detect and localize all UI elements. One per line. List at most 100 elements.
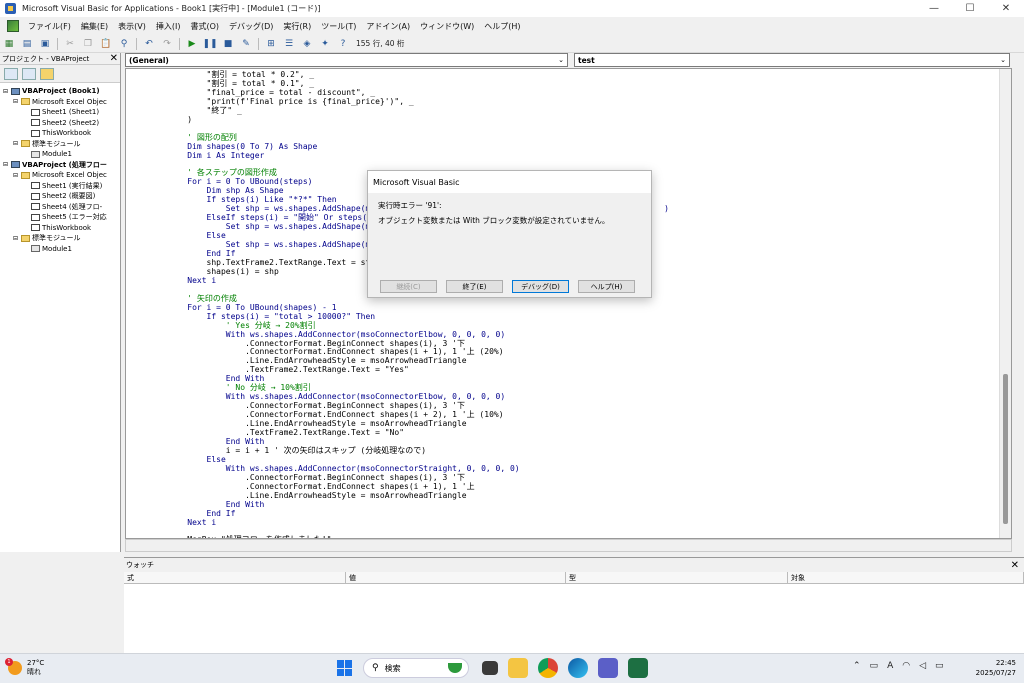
break-icon[interactable]: ❚❚ — [202, 38, 217, 50]
project-tree: ⊟ VBAProject (Book1) ⊟ Microsoft Excel Obje… — [0, 83, 120, 254]
watch-col-expression[interactable]: 式 — [124, 572, 346, 583]
undo-icon[interactable]: ↶ — [142, 38, 156, 50]
tree-node[interactable]: ⊟ Microsoft Excel Objec — [0, 97, 120, 108]
task-view-icon[interactable] — [482, 661, 498, 675]
code-line[interactable]: Next i — [168, 518, 216, 528]
teams-icon[interactable] — [598, 658, 618, 678]
tree-node[interactable]: ThisWorkbook — [0, 128, 120, 139]
menu-run[interactable]: 実行(R) — [278, 21, 316, 32]
continue-button[interactable]: 継続(C) — [380, 280, 437, 293]
watch-col-context[interactable]: 対象 — [788, 572, 1024, 583]
project-close-icon[interactable]: ✕ — [110, 53, 120, 64]
tree-node-label: Sheet1 (実行結果) — [42, 181, 103, 190]
help-button[interactable]: ヘルプ(H) — [578, 280, 635, 293]
code-line[interactable]: Next i — [168, 276, 216, 286]
procedure-combo[interactable]: test ⌄ — [574, 53, 1010, 67]
battery-icon[interactable]: ▭ — [935, 661, 944, 671]
scrollbar-thumb[interactable] — [1003, 374, 1008, 524]
redo-icon[interactable]: ↷ — [160, 38, 174, 50]
menu-addins[interactable]: アドイン(A) — [361, 21, 415, 32]
menu-view[interactable]: 表示(V) — [113, 21, 151, 32]
volume-icon[interactable]: ◁ — [919, 661, 926, 671]
chrome-icon[interactable] — [538, 658, 558, 678]
view-excel-icon[interactable]: ▦ — [2, 38, 16, 50]
code-vertical-scrollbar[interactable] — [999, 69, 1011, 538]
tree-node[interactable]: Sheet1 (実行結果) — [0, 181, 120, 192]
view-code-icon[interactable] — [4, 67, 18, 80]
weather-sun-icon: 1 — [5, 658, 22, 675]
tree-node[interactable]: Sheet2 (概要図) — [0, 191, 120, 202]
menu-format[interactable]: 書式(O) — [185, 21, 224, 32]
project-explorer-icon[interactable]: ⊞ — [264, 38, 278, 50]
code-editor[interactable]: "割引 = total * 0.2", _ "割引 = total * 0.1"… — [125, 68, 1012, 539]
tree-expander-icon[interactable]: ⊟ — [13, 235, 20, 242]
menu-edit[interactable]: 編集(E) — [76, 21, 113, 32]
taskbar-search[interactable]: ⚲ 検索 — [363, 658, 469, 678]
tree-node[interactable]: Sheet1 (Sheet1) — [0, 107, 120, 118]
tree-expander-icon[interactable]: ⊟ — [3, 88, 10, 95]
tree-node[interactable]: Sheet4 (処理フロ- — [0, 202, 120, 213]
maximize-button[interactable]: ☐ — [952, 0, 988, 17]
insert-module-icon[interactable]: ▤ — [20, 38, 34, 50]
excel-icon[interactable] — [7, 20, 19, 32]
code-line[interactable]: ) — [168, 115, 192, 125]
save-icon[interactable]: ▣ — [38, 38, 52, 50]
wifi-icon[interactable]: ◠ — [902, 661, 910, 671]
help-icon[interactable]: ? — [336, 38, 350, 50]
menu-window[interactable]: ウィンドウ(W) — [415, 21, 479, 32]
menu-debug[interactable]: デバッグ(D) — [224, 21, 278, 32]
run-icon[interactable]: ▶ — [185, 38, 199, 50]
menu-insert[interactable]: 挿入(I) — [151, 21, 186, 32]
code-line[interactable]: Dim i As Integer — [168, 151, 264, 161]
view-object-icon[interactable] — [22, 67, 36, 80]
tree-expander-icon[interactable]: ⊟ — [13, 140, 20, 147]
toggle-folders-icon[interactable] — [40, 67, 54, 80]
properties-icon[interactable]: ☰ — [282, 38, 296, 50]
design-mode-icon[interactable]: ✎ — [239, 38, 253, 50]
tree-expander-icon[interactable]: ⊟ — [3, 161, 10, 168]
menu-tools[interactable]: ツール(T) — [316, 21, 361, 32]
tree-node[interactable]: Sheet2 (Sheet2) — [0, 118, 120, 129]
edge-icon[interactable] — [568, 658, 588, 678]
debug-button[interactable]: デバッグ(D) — [512, 280, 569, 293]
toolbox-icon[interactable]: ✦ — [318, 38, 332, 50]
menu-file[interactable]: ファイル(F) — [23, 21, 76, 32]
windows-start-icon[interactable] — [337, 660, 353, 676]
taskbar-clock[interactable]: 22:45 2025/07/27 — [976, 658, 1016, 678]
tree-node[interactable]: ⊟ VBAProject (処理フロー — [0, 160, 120, 171]
tray-app-icon[interactable]: ▭ — [870, 661, 879, 671]
tree-node[interactable]: ThisWorkbook — [0, 223, 120, 234]
tree-node[interactable]: ⊟ 標準モジュール — [0, 233, 120, 244]
tree-node[interactable]: Sheet5 (エラー対応 — [0, 212, 120, 223]
search-icon: ⚲ — [372, 663, 379, 673]
watch-columns: 式 値 型 対象 — [124, 572, 1024, 584]
tree-expander-icon[interactable]: ⊟ — [13, 172, 20, 179]
watch-close-icon[interactable]: ✕ — [1011, 560, 1024, 571]
tree-node[interactable]: Module1 — [0, 149, 120, 160]
tree-expander-icon[interactable]: ⊟ — [13, 98, 20, 105]
end-button[interactable]: 終了(E) — [446, 280, 503, 293]
weather-desc: 晴れ — [27, 668, 41, 676]
object-combo[interactable]: (General) ⌄ — [125, 53, 568, 67]
window-controls: — ☐ ✕ — [916, 0, 1024, 17]
find-icon[interactable]: ⚲ — [117, 38, 131, 50]
file-explorer-icon[interactable] — [508, 658, 528, 678]
object-browser-icon[interactable]: ◈ — [300, 38, 314, 50]
reset-icon[interactable]: ■ — [221, 38, 235, 50]
paste-icon[interactable]: 📋 — [99, 38, 113, 50]
cut-icon[interactable]: ✂ — [63, 38, 77, 50]
tray-chevron-up-icon[interactable]: ⌃ — [853, 661, 861, 671]
tree-node[interactable]: ⊟ Microsoft Excel Objec — [0, 170, 120, 181]
excel-taskbar-icon[interactable] — [628, 658, 648, 678]
watch-col-type[interactable]: 型 — [566, 572, 788, 583]
ime-icon[interactable]: A — [887, 661, 893, 671]
copy-icon[interactable]: ❐ — [81, 38, 95, 50]
tree-node[interactable]: ⊟ 標準モジュール — [0, 139, 120, 150]
close-button[interactable]: ✕ — [988, 0, 1024, 17]
weather-widget[interactable]: 1 27°C 晴れ — [5, 658, 44, 677]
minimize-button[interactable]: — — [916, 0, 952, 17]
tree-node[interactable]: ⊟ VBAProject (Book1) — [0, 86, 120, 97]
watch-col-value[interactable]: 値 — [346, 572, 566, 583]
tree-node[interactable]: Module1 — [0, 244, 120, 255]
menu-help[interactable]: ヘルプ(H) — [479, 21, 525, 32]
